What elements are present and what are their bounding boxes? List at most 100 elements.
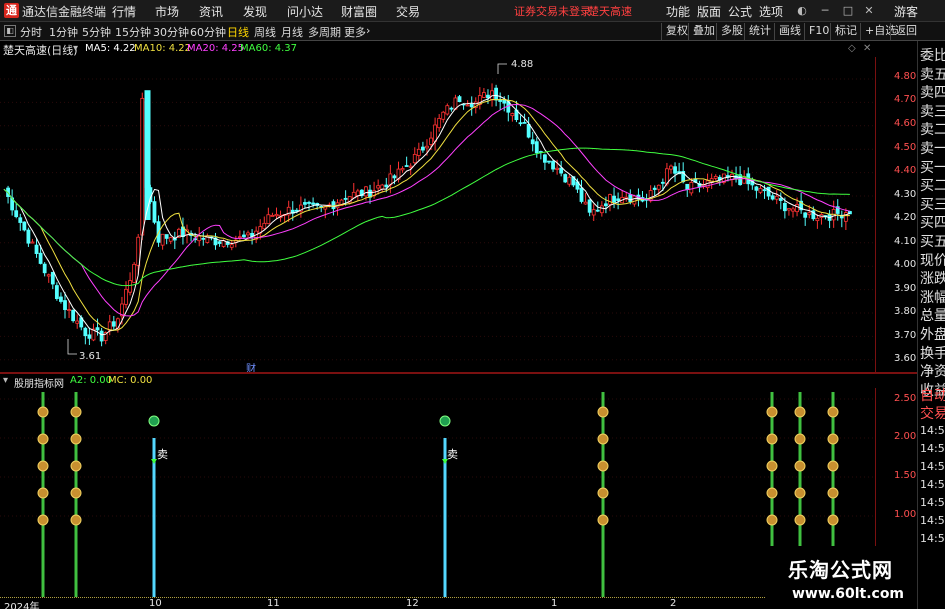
y-tick-label: 4.10 (894, 236, 917, 247)
period-more[interactable]: 更多 (344, 24, 366, 40)
period-daily[interactable]: 日线 (227, 24, 249, 40)
auto-trade-label[interactable]: 自动 (920, 385, 945, 405)
current-stock-notice[interactable]: 楚天高速 (588, 3, 632, 19)
indicator-dropdown-icon[interactable]: ▾ (3, 375, 8, 386)
quote-field-label: 现价 (920, 252, 945, 269)
menu-trade[interactable]: 交易 (396, 3, 420, 20)
y-tick-label: 4.40 (894, 165, 917, 176)
trade-label[interactable]: 交易 (920, 403, 945, 423)
candle-body (217, 241, 222, 244)
candle-body (18, 217, 23, 223)
menu-options[interactable]: 选项 (759, 3, 783, 20)
chart-header: 楚天高速(日线) ▾ MA5: 4.22 MA10: 4.22 MA20: 4.… (0, 41, 880, 57)
menu-discover[interactable]: 发现 (243, 3, 267, 20)
quote-field-label: 净资 (920, 364, 945, 381)
indicator-a2-value: A2: 0.00 (70, 375, 113, 386)
menu-quotes[interactable]: 行情 (112, 3, 136, 20)
statistics-button[interactable]: 统计 (744, 23, 771, 40)
quote-field-label: 卖五 (920, 66, 945, 83)
menu-market[interactable]: 市场 (155, 3, 179, 20)
candle-body (522, 121, 527, 124)
period-weekly[interactable]: 周线 (254, 24, 276, 40)
trade-login-notice[interactable]: 证券交易未登录 (514, 3, 591, 19)
candle-body (270, 214, 275, 217)
menu-layout[interactable]: 版面 (697, 3, 721, 20)
mark-button[interactable]: 标记 (830, 23, 857, 40)
x-label: 2 (670, 598, 677, 609)
candle-body (803, 212, 808, 218)
quote-field-label: 卖四 (920, 85, 945, 102)
y-tick-label: 4.20 (894, 212, 917, 223)
period-5min[interactable]: 5分钟 (82, 24, 111, 40)
y-tick-label: 4.00 (894, 259, 917, 270)
more-chevron-icon[interactable]: › (366, 24, 370, 37)
close-icon[interactable]: ✕ (862, 4, 876, 18)
maximize-icon[interactable]: □ (841, 4, 855, 18)
money-bag-icon (766, 514, 778, 526)
chart-settings-icon[interactable]: ◇ (848, 43, 856, 54)
menu-formula[interactable]: 公式 (728, 3, 752, 20)
candle-body (22, 221, 27, 231)
candle-body (547, 160, 551, 163)
quote-field-label: 涨幅 (920, 289, 945, 306)
quote-field-label: 总量 (920, 308, 945, 325)
draw-line-button[interactable]: 画线 (774, 23, 801, 40)
candle-body (555, 167, 560, 170)
minimize-icon[interactable]: ─ (818, 4, 832, 18)
multi-stock-button[interactable]: 多股 (716, 23, 743, 40)
candle-body (787, 208, 791, 211)
guest-label[interactable]: 游客 (894, 3, 918, 20)
money-bag-icon (827, 433, 839, 445)
candle-body (494, 87, 499, 101)
period-tick[interactable]: 分时 (20, 24, 42, 40)
period-60min[interactable]: 60分钟 (190, 24, 226, 40)
tick-time: 14:56 (920, 460, 945, 473)
candle-body (400, 168, 405, 171)
candle-body (26, 229, 31, 244)
left-panel-toggle-icon[interactable]: ◧ (4, 25, 16, 37)
restore-rights-button[interactable]: 复权 (661, 23, 688, 40)
period-multi[interactable]: 多周期 (308, 24, 341, 40)
x-label: 12 (406, 598, 419, 609)
candle-body (262, 222, 267, 230)
chart-close-icon[interactable]: ✕ (863, 43, 871, 54)
candle-body (782, 202, 787, 212)
back-button[interactable]: 返回 (890, 23, 917, 40)
money-bag-icon (70, 514, 82, 526)
candle-body (518, 122, 523, 125)
candle-body (599, 205, 604, 214)
period-30min[interactable]: 30分钟 (153, 24, 189, 40)
menu-wealth[interactable]: 财富圈 (341, 3, 377, 20)
money-bag-icon (37, 514, 49, 526)
overlay-button[interactable]: 叠加 (688, 23, 715, 40)
candle-body (63, 300, 67, 311)
x-label: 10 (149, 598, 162, 609)
period-1min[interactable]: 1分钟 (49, 24, 78, 40)
candle-body (530, 139, 535, 145)
candle-body (449, 107, 454, 110)
period-monthly[interactable]: 月线 (281, 24, 303, 40)
ma10-line (3, 98, 850, 331)
ma20-label: MA20: 4.25 (187, 43, 245, 54)
quote-field-label: 卖二 (920, 122, 945, 139)
candle-body (791, 208, 795, 212)
f10-button[interactable]: F10 (804, 23, 829, 40)
candle-body (673, 166, 677, 174)
candle-body (762, 189, 767, 192)
ma-dropdown-icon[interactable]: ▾ (73, 43, 78, 54)
candle-body (160, 233, 165, 246)
low-pointer (67, 339, 77, 355)
menu-xiaoda[interactable]: 问小达 (287, 3, 323, 20)
candle-body (266, 214, 271, 225)
period-15min[interactable]: 15分钟 (115, 24, 151, 40)
ma5-line (3, 94, 851, 336)
candlestick-chart[interactable] (0, 57, 875, 372)
skin-icon[interactable]: ◐ (795, 4, 809, 18)
indicator-chart[interactable] (0, 388, 875, 597)
money-bag-icon (794, 406, 806, 418)
menu-news[interactable]: 资讯 (199, 3, 223, 20)
candle-body (437, 118, 442, 129)
money-bag-icon (597, 406, 609, 418)
stock-name[interactable]: 楚天高速(日线) (3, 42, 78, 58)
menu-function[interactable]: 功能 (666, 3, 690, 20)
